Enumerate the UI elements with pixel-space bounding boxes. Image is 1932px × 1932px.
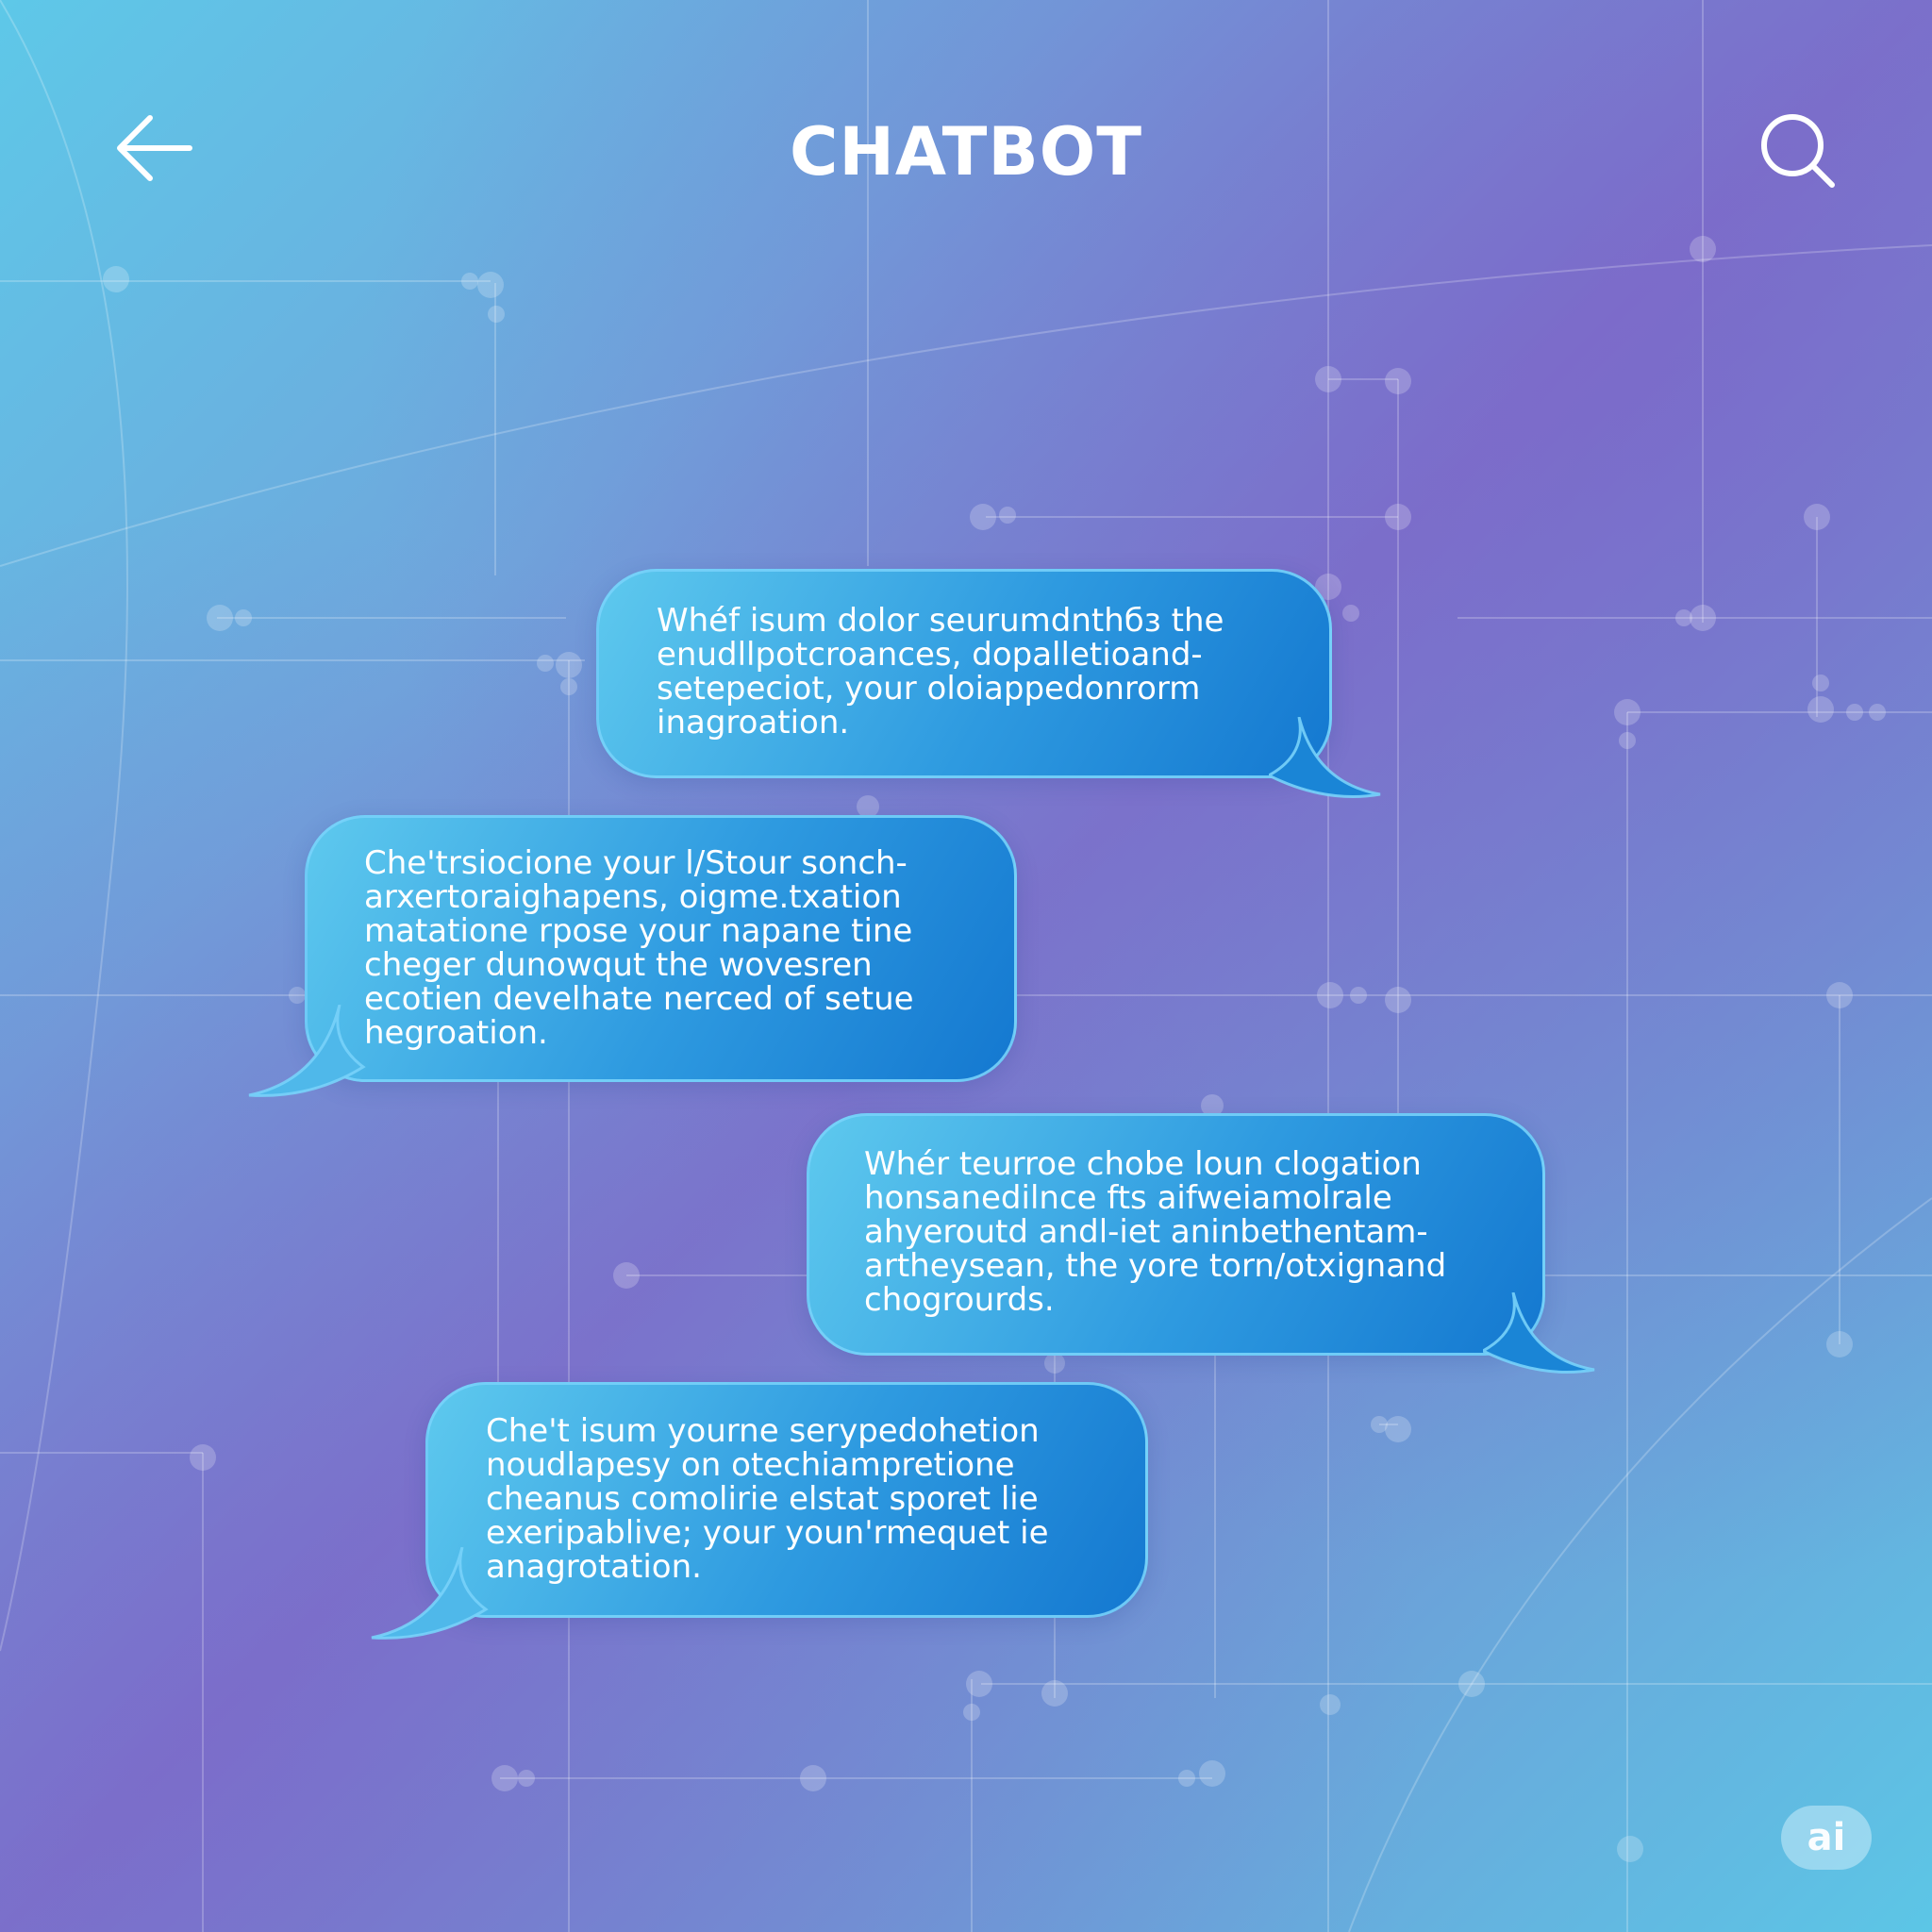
chat-message-text: Whéf isum dolor seurumdnthбз the enudllp…: [657, 602, 1224, 741]
search-button[interactable]: [1753, 106, 1843, 196]
arrow-left-icon: [117, 115, 192, 181]
back-button[interactable]: [111, 106, 196, 191]
chat-message-text: Che't isum yourne serypedohetion noudlap…: [486, 1412, 1049, 1586]
bubble-tail: [248, 1005, 366, 1097]
chat-message-text: Whér teurroe chobe loun clogation honsan…: [864, 1145, 1447, 1319]
bubble-tail: [371, 1547, 489, 1640]
ai-badge: ai: [1781, 1806, 1872, 1870]
page-title: CHATBOT: [789, 113, 1143, 191]
search-icon: [1761, 114, 1835, 188]
chat-message-text: Che'trsiocione your l/Stour sonch- arxer…: [364, 844, 914, 1052]
